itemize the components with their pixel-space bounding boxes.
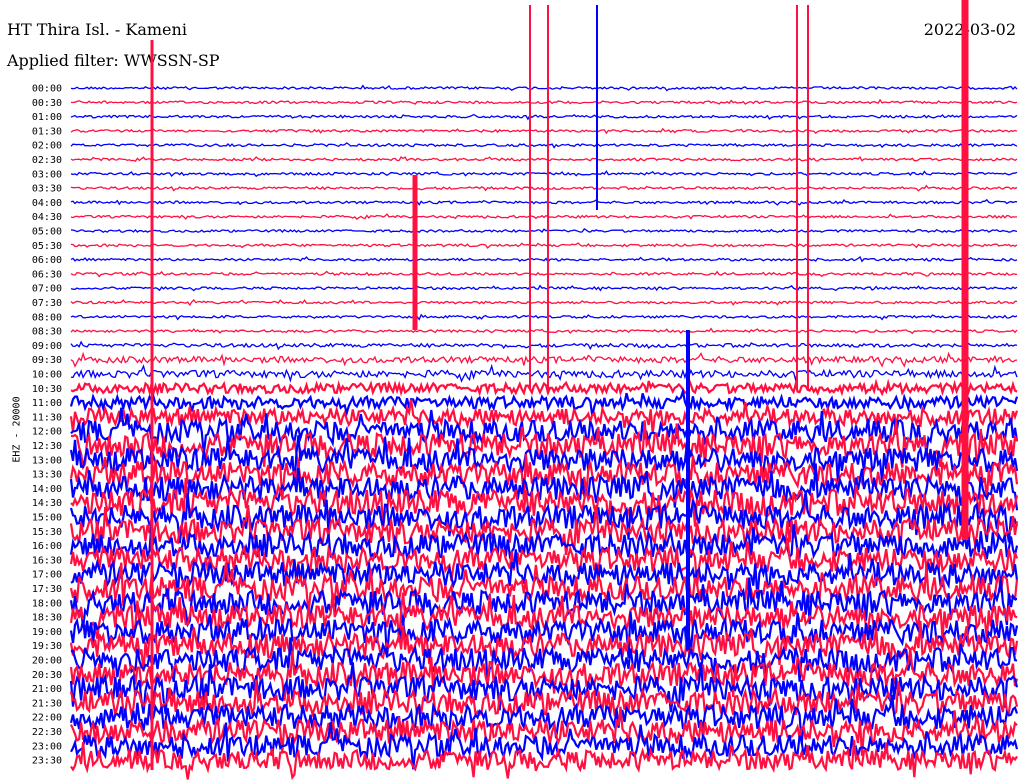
tick-label: 10:30	[32, 384, 62, 395]
tick-label: 23:00	[32, 741, 62, 752]
tick-label: 02:30	[32, 155, 62, 166]
trace-line	[70, 299, 1018, 307]
helicorder-plot: 00:00 00:30 01:00 01:30 02:00 02:30 03:00 03:30…	[32, 0, 1019, 780]
tick-label: 04:00	[32, 198, 62, 209]
trace-group	[69, 0, 1019, 780]
tick-label: 11:00	[32, 398, 62, 409]
tick-label: 15:00	[32, 513, 62, 524]
tick-label: 15:30	[32, 527, 62, 538]
trace-line	[70, 327, 1018, 335]
tick-label: 08:30	[32, 327, 62, 338]
trace-line	[70, 213, 1018, 220]
tick-label: 17:00	[32, 570, 62, 581]
trace-line	[70, 270, 1018, 278]
tick-label: 14:30	[32, 498, 62, 509]
tick-label: 13:30	[32, 470, 62, 481]
tick-label: 12:00	[32, 427, 62, 438]
trace-line	[70, 84, 1018, 92]
tick-label: 00:30	[32, 98, 62, 109]
tick-label: 00:00	[32, 84, 62, 95]
tick-label: 07:30	[32, 298, 62, 309]
trace-line	[70, 127, 1018, 135]
trace-line	[70, 375, 1018, 398]
tick-label: 18:30	[32, 613, 62, 624]
trace-line	[70, 255, 1018, 264]
tick-label: 12:30	[32, 441, 62, 452]
trace-line	[70, 363, 1018, 383]
tick-label: 16:00	[32, 541, 62, 552]
trace-line	[70, 113, 1018, 121]
trace-line	[69, 387, 1019, 418]
tick-label: 09:30	[32, 355, 62, 366]
tick-label-group: 00:00 00:30 01:00 01:30 02:00 02:30 03:00 03:30…	[32, 84, 62, 767]
tick-label: 08:00	[32, 312, 62, 323]
tick-label: 21:30	[32, 698, 62, 709]
tick-label: 05:30	[32, 241, 62, 252]
tick-label: 01:00	[32, 112, 62, 123]
trace-line	[70, 184, 1018, 192]
tick-label: 14:00	[32, 484, 62, 495]
trace-line	[70, 284, 1018, 292]
trace-line	[70, 228, 1018, 234]
trace-line	[70, 170, 1018, 178]
tick-label: 03:00	[32, 169, 62, 180]
tick-label: 18:00	[32, 598, 62, 609]
tick-label: 10:00	[32, 370, 62, 381]
trace-line	[70, 198, 1018, 206]
trace-line	[70, 242, 1018, 249]
tick-label: 20:00	[32, 656, 62, 667]
tick-label: 11:30	[32, 412, 62, 423]
tick-label: 19:00	[32, 627, 62, 638]
tick-label: 04:30	[32, 212, 62, 223]
trace-line	[70, 142, 1018, 149]
trace-line	[70, 98, 1018, 105]
tick-label: 17:30	[32, 584, 62, 595]
tick-label: 05:00	[32, 227, 62, 238]
trace-line	[70, 313, 1018, 321]
trace-line	[70, 351, 1018, 368]
trace-line	[70, 156, 1018, 163]
tick-label: 02:00	[32, 141, 62, 152]
tick-label: 19:30	[32, 641, 62, 652]
tick-label: 16:30	[32, 555, 62, 566]
tick-label: 06:30	[32, 269, 62, 280]
tick-label: 21:00	[32, 684, 62, 695]
tick-label: 22:30	[32, 727, 62, 738]
tick-label: 13:00	[32, 455, 62, 466]
tick-label: 09:00	[32, 341, 62, 352]
tick-label: 01:30	[32, 126, 62, 137]
tick-label: 03:30	[32, 184, 62, 195]
tick-label: 20:30	[32, 670, 62, 681]
tick-label: 06:00	[32, 255, 62, 266]
tick-label: 22:00	[32, 713, 62, 724]
tick-label: 07:00	[32, 284, 62, 295]
tick-label: 23:30	[32, 756, 62, 767]
trace-line	[70, 340, 1018, 351]
